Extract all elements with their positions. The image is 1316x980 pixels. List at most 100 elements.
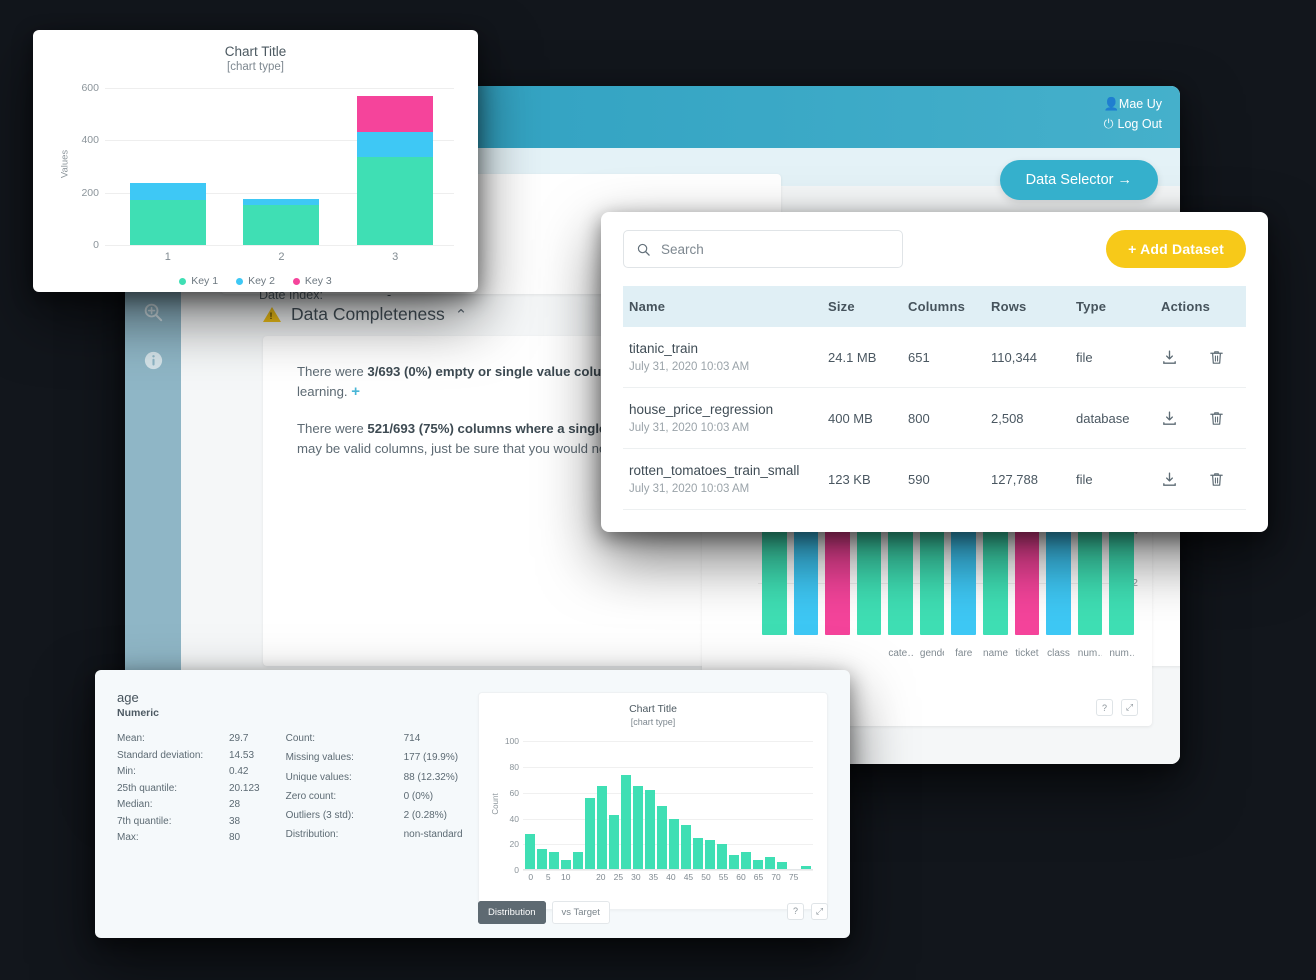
- search-box[interactable]: [623, 230, 903, 268]
- delete-icon[interactable]: [1208, 410, 1225, 427]
- legend-item[interactable]: Key 1: [179, 275, 218, 287]
- paragraph-highlight: 3/693 (0%) empty or single value columns: [367, 364, 629, 379]
- stacked-bar: [243, 198, 320, 245]
- stacked-bar: [129, 182, 206, 245]
- bar-segment: [357, 157, 434, 245]
- bar: [572, 852, 584, 870]
- x-tick-label: cate…: [888, 648, 913, 659]
- stacked-chart-subtitle: [chart type]: [227, 61, 284, 73]
- bar: [716, 844, 728, 870]
- cell-columns: 651: [908, 327, 991, 388]
- stat-value: 88 (12.32%): [403, 771, 459, 783]
- delete-icon[interactable]: [1208, 471, 1225, 488]
- dataset-date: July 31, 2020 10:03 AM: [629, 422, 750, 434]
- user-row[interactable]: 👤Mae Uy: [1103, 94, 1162, 114]
- stacked-bar: [357, 96, 434, 245]
- dataset-date: July 31, 2020 10:03 AM: [629, 483, 750, 495]
- stat-label: Standard deviation:: [117, 749, 204, 761]
- histogram-card: Chart Title [chart type] Count 0 20 40 60 80…: [478, 692, 828, 910]
- stat-label: Mean:: [117, 733, 145, 744]
- stacked-chart-title: Chart Title: [224, 44, 287, 59]
- table-header-actions[interactable]: Actions: [1161, 286, 1246, 327]
- info-icon: [144, 351, 162, 369]
- cell-type: file: [1076, 327, 1161, 388]
- download-icon[interactable]: [1161, 471, 1178, 488]
- bar: [704, 840, 716, 870]
- histogram-bars: [525, 735, 812, 870]
- x-tick-label: 70: [771, 872, 781, 882]
- stacked-chart-ylabel: Values: [59, 149, 71, 179]
- help-button[interactable]: ?: [1096, 699, 1113, 716]
- power-icon: ⏻: [1103, 117, 1114, 131]
- table-header-type[interactable]: Type: [1076, 286, 1161, 327]
- bar-segment: [129, 200, 206, 245]
- expand-plus-icon[interactable]: +: [351, 383, 360, 400]
- stat-value: non-standard: [403, 829, 463, 841]
- cell-actions: [1161, 448, 1246, 510]
- logout-row[interactable]: ⏻ Log Out: [1103, 114, 1162, 134]
- table-header-columns[interactable]: Columns: [908, 286, 991, 327]
- warning-triangle-icon: [263, 307, 281, 322]
- download-icon[interactable]: [1161, 410, 1178, 427]
- stacked-chart-xlabels: 1 2 3: [111, 251, 452, 263]
- legend-swatch: [292, 277, 300, 285]
- legend-item[interactable]: Key 3: [292, 275, 332, 287]
- table-row[interactable]: house_price_regression July 31, 2020 10:0…: [623, 387, 1246, 449]
- sidebar-item-info[interactable]: [125, 336, 181, 384]
- x-tick-label: class: [1047, 648, 1070, 659]
- y-tick-label: 80: [509, 762, 519, 773]
- chevron-up-icon[interactable]: ⌃: [455, 306, 468, 324]
- x-tick-label: 5: [545, 872, 551, 882]
- bar: [644, 790, 656, 870]
- x-tick-label: 20: [596, 872, 606, 882]
- cell-name: titanic_train July 31, 2020 10:03 AM: [623, 327, 828, 388]
- add-dataset-button[interactable]: + Add Dataset: [1106, 230, 1246, 268]
- legend-item[interactable]: Key 2: [236, 275, 275, 287]
- histogram-xlabels: 0 5 10 20 25 30 35 40 45 50 55 60 65 70 75: [525, 872, 811, 886]
- cell-columns: 800: [908, 387, 991, 449]
- search-input[interactable]: [661, 241, 890, 257]
- y-tick-label: 200: [81, 186, 99, 199]
- data-selector-button[interactable]: Data Selector →: [999, 160, 1158, 200]
- legend-swatch: [236, 277, 244, 285]
- x-tick-label: 45: [683, 872, 694, 882]
- expand-button[interactable]: ⤢: [1121, 699, 1138, 716]
- legend-swatch: [179, 277, 187, 285]
- delete-icon[interactable]: [1208, 349, 1225, 366]
- logout-label: Log Out: [1117, 117, 1162, 131]
- y-tick-label: 60: [509, 787, 519, 798]
- table-row[interactable]: rotten_tomatoes_train_small July 31, 2020…: [623, 448, 1246, 510]
- column-detail-tabs: Distribution vs Target: [478, 901, 610, 924]
- user-name: Mae Uy: [1118, 97, 1162, 111]
- column-stats-left: Mean: 29.7 Standard deviation: 14.53 Min: 0.4…: [117, 733, 260, 844]
- table-header-size[interactable]: Size: [828, 286, 908, 327]
- data-completeness-header[interactable]: Data Completeness ⌃: [263, 304, 467, 325]
- bar: [740, 852, 752, 870]
- x-tick-label: num…: [1077, 648, 1103, 659]
- cell-rows: 127,788: [991, 448, 1076, 510]
- y-tick-label: 20: [509, 839, 519, 850]
- stat-value: 0.42: [229, 766, 249, 777]
- legend-label: Key 3: [304, 275, 332, 287]
- expand-button[interactable]: ⤢: [811, 902, 828, 920]
- x-tick-label: 25: [613, 872, 624, 882]
- help-button[interactable]: ?: [787, 902, 804, 920]
- table-header-name[interactable]: Name: [623, 286, 828, 327]
- tab-distribution[interactable]: Distribution: [478, 901, 546, 924]
- cell-type: file: [1076, 448, 1161, 510]
- tab-vs-target[interactable]: vs Target: [551, 901, 610, 924]
- stat-label: Outliers (3 std):: [285, 810, 354, 821]
- x-tick-label: 3: [392, 251, 399, 263]
- table-header-rows[interactable]: Rows: [991, 286, 1076, 327]
- bar: [656, 805, 668, 870]
- column-detail-footer: Distribution vs Target ? ⤢: [478, 901, 828, 924]
- histogram-subtitle: [chart type]: [630, 717, 676, 727]
- dataset-name: rotten_tomatoes_train_small: [629, 463, 800, 478]
- download-icon[interactable]: [1161, 349, 1178, 366]
- histogram-baseline: [523, 869, 813, 870]
- cell-name: rotten_tomatoes_train_small July 31, 2020…: [623, 448, 828, 510]
- stacked-chart-card: Chart Title [chart type] Values 0 200 400 6…: [33, 30, 478, 292]
- sidebar-item-explore[interactable]: [125, 288, 181, 336]
- cell-actions: [1161, 327, 1246, 388]
- table-row[interactable]: titanic_train July 31, 2020 10:03 AM 24.1 …: [623, 327, 1246, 388]
